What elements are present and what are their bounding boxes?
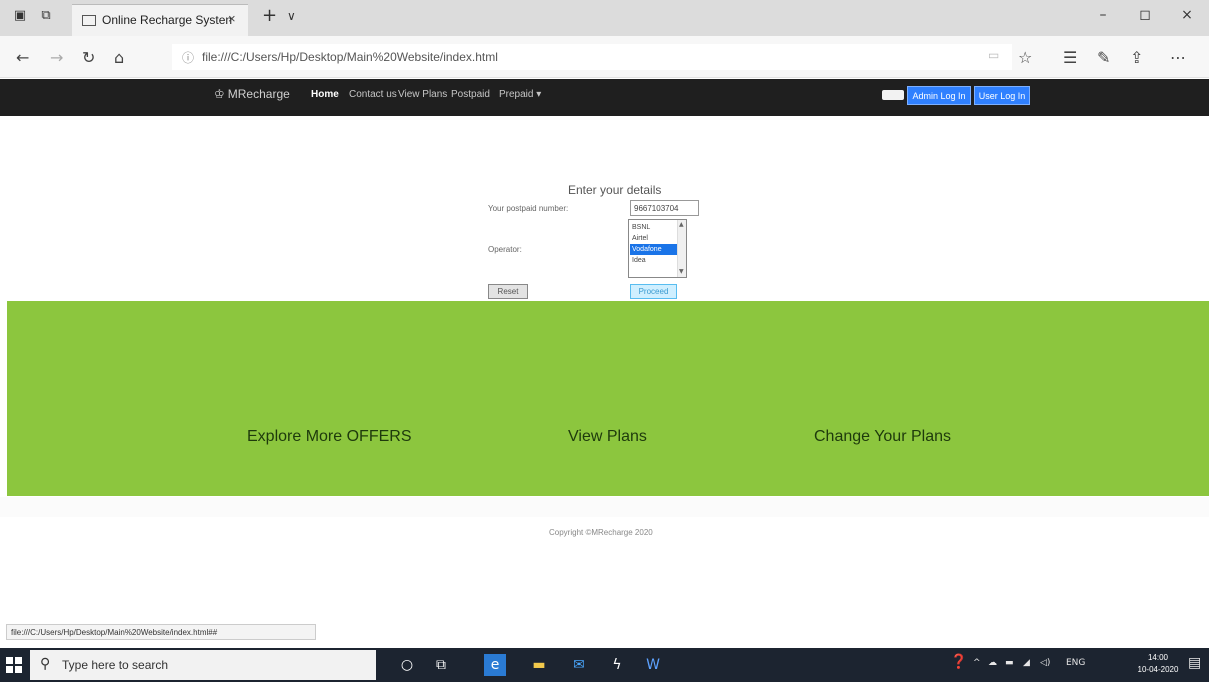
- reading-view-icon[interactable]: ▭: [988, 48, 999, 62]
- offers-band: [7, 301, 1209, 496]
- url-text[interactable]: file:///C:/Users/Hp/Desktop/Main%20Websi…: [202, 50, 498, 64]
- mail-icon[interactable]: ✉: [568, 654, 590, 676]
- language-indicator[interactable]: ENG: [1066, 658, 1085, 668]
- address-toolbar: ← → ↻ ⌂ ⓘ file:///C:/Users/Hp/Desktop/Ma…: [0, 36, 1209, 78]
- word-icon[interactable]: W: [642, 654, 664, 676]
- minimize-button[interactable]: –: [1088, 7, 1118, 23]
- search-placeholder: Type here to search: [62, 658, 169, 672]
- nav-postpaid[interactable]: Postpaid: [451, 89, 490, 100]
- taskbar-search[interactable]: ⚲ Type here to search: [30, 650, 376, 680]
- operator-option-vodafone[interactable]: Vodafone: [630, 244, 677, 255]
- nav-contact[interactable]: Contact us: [349, 89, 397, 100]
- number-label: Your postpaid number:: [488, 204, 569, 213]
- form-title: Enter your details: [568, 183, 662, 197]
- show-hidden-icons-chevron-icon[interactable]: ^: [973, 658, 981, 668]
- tab-close-icon[interactable]: ×: [228, 11, 236, 26]
- listbox-scrollbar[interactable]: ▲ ▼: [677, 220, 686, 277]
- proceed-button[interactable]: Proceed: [630, 284, 677, 299]
- home-icon[interactable]: ⌂: [114, 48, 124, 67]
- admin-login-button[interactable]: Admin Log In: [907, 86, 971, 105]
- operator-option-idea[interactable]: Idea: [630, 255, 677, 266]
- battery-icon[interactable]: ▬: [1005, 658, 1014, 668]
- refresh-icon[interactable]: ↻: [82, 48, 95, 67]
- brand-logo-icon: ♔: [214, 87, 225, 101]
- browser-tab[interactable]: Online Recharge Systen ×: [72, 4, 248, 36]
- cortana-icon[interactable]: ○: [396, 654, 418, 676]
- clock-time: 14:00: [1147, 653, 1169, 662]
- status-url-tooltip: file:///C:/Users/Hp/Desktop/Main%20Websi…: [6, 624, 316, 640]
- help-icon[interactable]: ❓: [950, 654, 967, 670]
- nav-prepaid-dropdown[interactable]: Prepaid ▾: [499, 89, 541, 100]
- page-icon: [82, 15, 96, 26]
- explore-offers-link[interactable]: Explore More OFFERS: [247, 428, 411, 446]
- start-button[interactable]: [6, 657, 22, 673]
- search-icon: ⚲: [40, 656, 51, 672]
- user-login-button[interactable]: User Log In: [974, 86, 1030, 105]
- toggle-switch[interactable]: [882, 90, 904, 100]
- task-view-icon[interactable]: ⧉: [430, 654, 452, 676]
- tab-preview-icon[interactable]: ⧉: [38, 9, 54, 23]
- reset-button[interactable]: Reset: [488, 284, 528, 299]
- tab-title: Online Recharge Systen: [102, 13, 233, 27]
- address-bar[interactable]: ⓘ file:///C:/Users/Hp/Desktop/Main%20Web…: [172, 44, 1012, 70]
- more-icon[interactable]: ⋯: [1170, 48, 1186, 67]
- share-icon[interactable]: ⇪: [1130, 48, 1143, 67]
- operator-label: Operator:: [488, 245, 522, 254]
- footer-strip: [0, 497, 1209, 517]
- info-icon[interactable]: ⓘ: [182, 49, 194, 66]
- network-icon[interactable]: ☁: [988, 658, 997, 668]
- nav-view-plans[interactable]: View Plans: [398, 89, 447, 100]
- browser-tab-bar: ▣ ⧉ Online Recharge Systen × + ∨ – ◻ ×: [0, 0, 1209, 36]
- brand-name: MRecharge: [227, 87, 290, 101]
- maximize-button[interactable]: ◻: [1130, 7, 1160, 23]
- change-plans-link[interactable]: Change Your Plans: [814, 428, 951, 446]
- edge-browser-icon[interactable]: e: [484, 654, 506, 676]
- taskbar: ⚲ Type here to search ○ ⧉ e ▬ ✉ ϟ W ❓ ^ …: [0, 648, 1209, 682]
- nav-home[interactable]: Home: [311, 89, 339, 100]
- tab-actions-icon[interactable]: ▣: [12, 9, 28, 23]
- back-arrow-icon[interactable]: ←: [16, 48, 29, 67]
- app-bolt-icon[interactable]: ϟ: [606, 654, 628, 676]
- volume-icon[interactable]: ◁): [1040, 658, 1050, 668]
- view-plans-link[interactable]: View Plans: [568, 428, 647, 446]
- scroll-down-icon[interactable]: ▼: [679, 268, 684, 275]
- wifi-icon[interactable]: ◢: [1023, 658, 1030, 668]
- taskbar-clock[interactable]: 14:00 10-04-2020: [1135, 652, 1181, 676]
- operator-option-airtel[interactable]: Airtel: [630, 233, 677, 244]
- new-tab-button[interactable]: +: [262, 5, 277, 26]
- clock-date: 10-04-2020: [1137, 665, 1179, 674]
- site-navbar: ♔ MRecharge Home Contact us View Plans Po…: [0, 79, 1209, 116]
- operator-listbox[interactable]: BSNL Airtel Vodafone Idea ▲ ▼: [628, 219, 687, 278]
- copyright-text: Copyright ©MRecharge 2020: [549, 528, 653, 537]
- notes-pen-icon[interactable]: ✎: [1097, 48, 1110, 67]
- forward-arrow-icon[interactable]: →: [50, 48, 63, 67]
- favorite-star-icon[interactable]: ☆: [1018, 48, 1032, 67]
- notifications-icon[interactable]: ▤: [1188, 655, 1201, 671]
- brand-link[interactable]: ♔ MRecharge: [214, 87, 290, 101]
- close-window-button[interactable]: ×: [1172, 7, 1202, 23]
- operator-option-bsnl[interactable]: BSNL: [630, 222, 677, 233]
- tab-list-chevron-icon[interactable]: ∨: [287, 9, 296, 23]
- favorites-icon[interactable]: ☰: [1063, 48, 1077, 67]
- scroll-up-icon[interactable]: ▲: [679, 221, 684, 228]
- file-explorer-icon[interactable]: ▬: [528, 654, 550, 676]
- postpaid-number-input[interactable]: [630, 200, 699, 216]
